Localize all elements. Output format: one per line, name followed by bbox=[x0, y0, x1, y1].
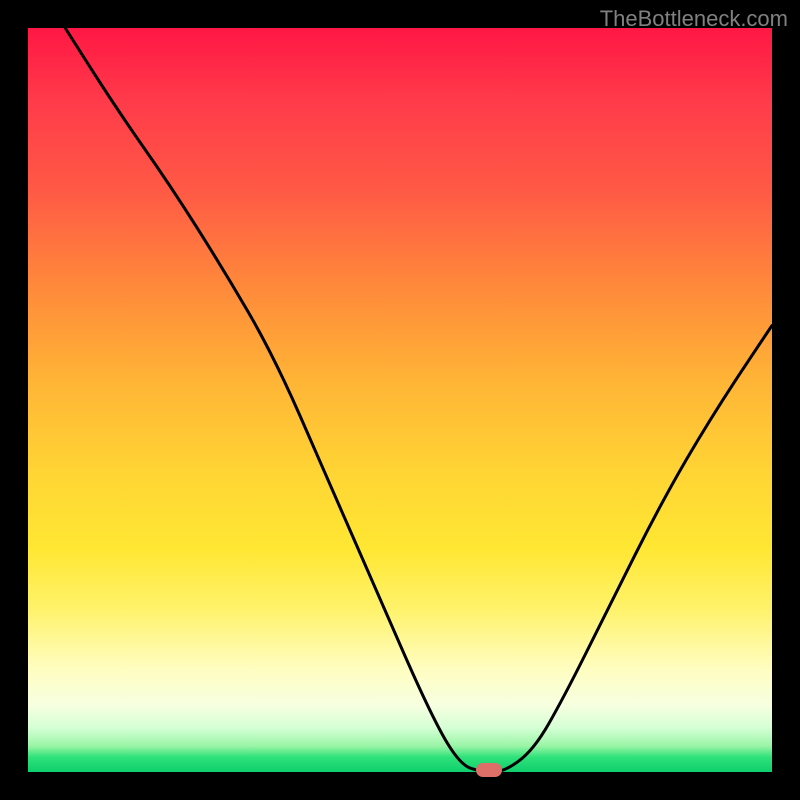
chart-frame: TheBottleneck.com bbox=[0, 0, 800, 800]
bottleneck-curve-path bbox=[65, 28, 772, 772]
plot-area bbox=[28, 28, 772, 772]
minimum-marker bbox=[476, 763, 502, 777]
curve-svg bbox=[28, 28, 772, 772]
